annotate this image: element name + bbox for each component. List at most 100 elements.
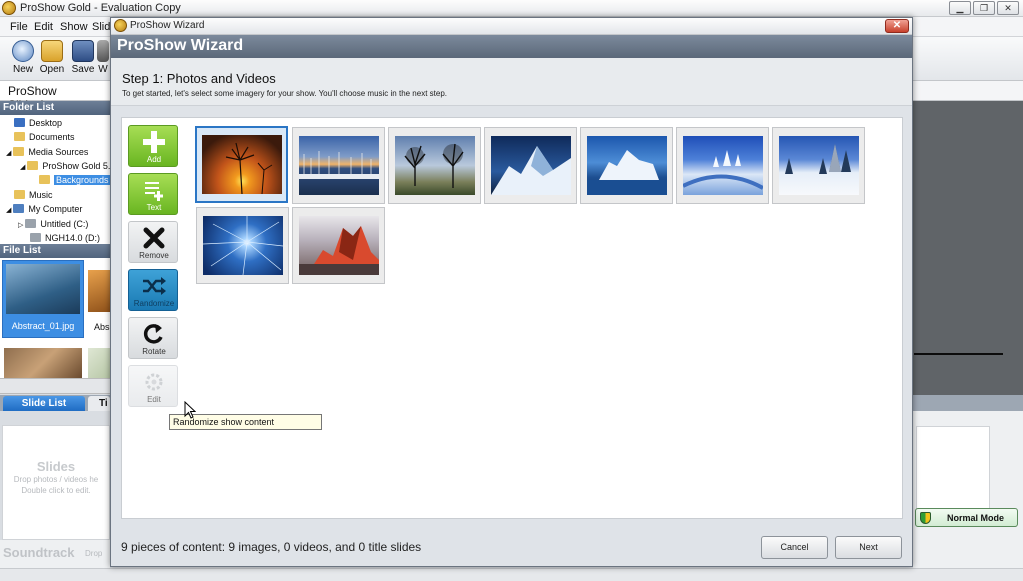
add-button[interactable]: Add	[128, 125, 178, 167]
preview-header	[913, 81, 1023, 101]
gear-icon	[129, 368, 179, 396]
proshow-logo-icon	[2, 1, 16, 15]
status-bar	[0, 568, 1023, 581]
tree-item-my-computer[interactable]: ◢ My Computer	[6, 204, 82, 217]
thumbnail-ice-crystal[interactable]	[196, 207, 289, 284]
normal-mode-button[interactable]: Normal Mode	[915, 508, 1018, 527]
thumbnail-snowy-forest[interactable]	[676, 127, 769, 204]
slides-drop-area[interactable]: Slides Drop photos / videos he Double cl…	[2, 425, 110, 540]
desktop-icon	[14, 118, 25, 127]
content-summary: 9 pieces of content: 9 images, 0 videos,…	[121, 540, 422, 554]
folder-icon	[39, 175, 50, 184]
thumbnail-iceberg[interactable]	[580, 127, 673, 204]
drive-icon	[30, 233, 41, 242]
window-controls: ▁ ❐ ✕	[949, 1, 1019, 15]
tab-slide-list[interactable]: Slide List	[3, 396, 85, 411]
save-button[interactable]: Save	[68, 40, 98, 75]
thumbnail-snow-peak[interactable]	[484, 127, 577, 204]
plus-icon	[129, 128, 179, 156]
file-list-header: File List	[0, 244, 110, 258]
open-button[interactable]: Open	[37, 40, 67, 75]
thumbnail-marina[interactable]	[292, 127, 385, 204]
folder-icon	[13, 147, 25, 156]
slides-area-right-box	[916, 426, 990, 519]
mouse-cursor-icon	[184, 401, 196, 419]
wizard-window-title: ProShow Wizard	[130, 20, 205, 31]
slides-hint-2: Double click to edit.	[21, 486, 91, 495]
maximize-button[interactable]: ❐	[973, 1, 995, 15]
edit-button[interactable]: Edit	[128, 365, 178, 407]
proshow-wizard-dialog: ProShow Wizard ✕ ProShow Wizard Step 1: …	[110, 17, 913, 567]
step-area: Step 1: Photos and Videos To get started…	[111, 58, 912, 106]
preview-divider-line	[914, 353, 1003, 355]
image-trees-sky	[395, 136, 475, 195]
menu-edit[interactable]: Edit	[34, 21, 53, 33]
wizard-header: ProShow Wizard	[111, 35, 912, 58]
file-item[interactable]: Abs	[86, 260, 110, 338]
tree-item-backgrounds[interactable]: Backgrounds	[39, 175, 111, 188]
new-button[interactable]: New	[8, 40, 38, 75]
slides-hint: Drop photos / videos he	[13, 475, 99, 484]
wizard-toolbar-button[interactable]: W	[96, 40, 110, 75]
next-button[interactable]: Next	[835, 536, 902, 559]
tree-item-media-sources[interactable]: ◢ Media Sources	[6, 147, 88, 160]
step-title: Step 1: Photos and Videos	[122, 71, 276, 86]
tree-item-desktop[interactable]: Desktop	[14, 118, 62, 131]
tree-item-music[interactable]: Music	[14, 190, 53, 203]
soundtrack-area[interactable]: Soundtrack Drop	[0, 540, 110, 568]
file-list: Abstract_01.jpg Abs	[0, 258, 110, 378]
step-subtitle: To get started, let's select some imager…	[122, 89, 447, 98]
rotate-button[interactable]: Rotate	[128, 317, 178, 359]
file-thumbnail	[88, 270, 110, 312]
menu-show[interactable]: Show	[60, 21, 88, 33]
image-snow-peak	[491, 136, 571, 195]
file-thumbnail[interactable]	[4, 348, 82, 378]
menu-file[interactable]: File	[10, 21, 28, 33]
add-text-button[interactable]: Text	[128, 173, 178, 215]
computer-icon	[13, 204, 25, 213]
file-thumbnail[interactable]	[88, 348, 110, 378]
thumbnail-dandelion-sunset[interactable]	[195, 126, 288, 203]
proshow-logo-icon	[114, 19, 127, 32]
remove-button[interactable]: Remove	[128, 221, 178, 263]
wizard-titlebar: ProShow Wizard ✕	[111, 18, 912, 35]
tree-item-documents[interactable]: Documents	[14, 132, 75, 145]
cancel-button[interactable]: Cancel	[761, 536, 828, 559]
shuffle-icon	[129, 272, 179, 300]
app-close-button[interactable]: ✕	[997, 1, 1019, 15]
image-marina	[299, 136, 379, 195]
file-item-selected[interactable]: Abstract_01.jpg	[2, 260, 84, 338]
folder-icon	[14, 190, 25, 199]
save-disk-icon	[72, 40, 94, 62]
wizard-close-button[interactable]: ✕	[885, 19, 909, 33]
tab-timeline[interactable]: Ti	[88, 396, 110, 411]
minimize-button[interactable]: ▁	[949, 1, 971, 15]
randomize-button[interactable]: Randomize	[128, 269, 178, 311]
panel-splitter[interactable]	[0, 378, 110, 394]
thumbnail-trees-sky[interactable]	[388, 127, 481, 204]
thumbnail-red-peak[interactable]	[292, 207, 385, 284]
tree-item-drive-d[interactable]: NGH14.0 (D:)	[30, 233, 100, 244]
folder-icon	[27, 161, 39, 170]
image-winter-trees	[779, 136, 859, 195]
tree-item-proshow-gold[interactable]: ◢ ProShow Gold 5.0	[20, 161, 115, 174]
image-dandelion-sunset	[202, 135, 282, 195]
preview-area	[913, 101, 1023, 395]
slides-area-right	[913, 411, 1023, 568]
soundtrack-hint: Drop	[85, 549, 103, 558]
soundtrack-title: Soundtrack	[3, 545, 75, 560]
wizard-header-title: ProShow Wizard	[117, 37, 244, 54]
text-slide-icon	[129, 176, 179, 204]
rotate-icon	[129, 320, 179, 348]
image-red-peak	[299, 216, 379, 275]
tree-item-drive-c[interactable]: ▷ Untitled (C:)	[18, 219, 88, 232]
app-titlebar: ProShow Gold - Evaluation Copy ▁ ❐ ✕	[0, 0, 1023, 17]
wizard-wand-icon	[97, 40, 109, 62]
drive-icon	[25, 219, 37, 228]
folder-icon	[14, 132, 25, 141]
menu-slide[interactable]: Slid	[92, 21, 110, 33]
content-panel: Add Text Remove Randomize Rotate Edit Ra…	[121, 117, 903, 519]
open-folder-icon	[41, 40, 63, 62]
image-ice-crystal	[202, 216, 284, 276]
thumbnail-winter-trees[interactable]	[772, 127, 865, 204]
